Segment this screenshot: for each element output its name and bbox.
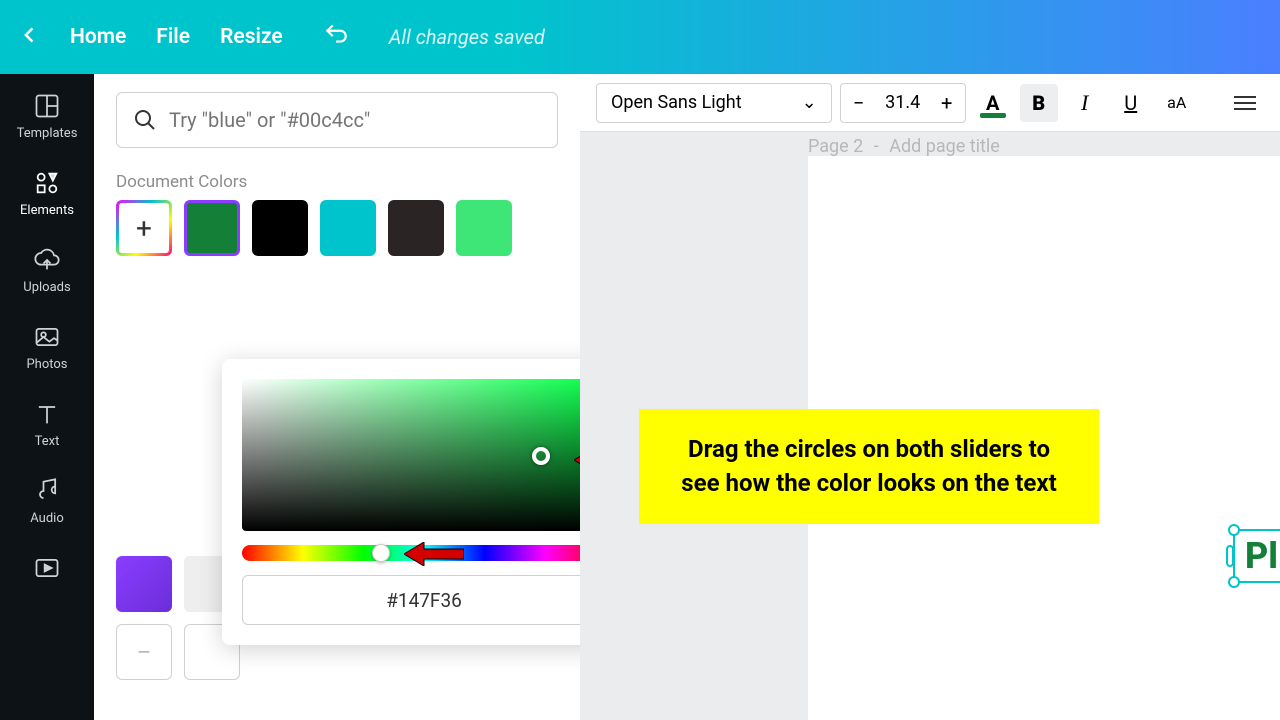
selected-text-element[interactable]: Pl bbox=[1233, 529, 1280, 583]
tool-photos[interactable]: Photos bbox=[26, 323, 67, 372]
chevron-down-icon: ⌄ bbox=[802, 92, 817, 113]
tool-audio[interactable]: Audio bbox=[30, 477, 63, 526]
uppercase-button[interactable]: aA bbox=[1158, 84, 1196, 122]
page-label: Page 2 bbox=[808, 136, 863, 157]
size-decrease[interactable]: − bbox=[841, 84, 877, 122]
hue-handle[interactable] bbox=[372, 544, 390, 562]
tool-label: Templates bbox=[17, 126, 78, 141]
annotation-callout: Drag the circles on both sliders to see … bbox=[639, 409, 1099, 524]
document-colors-row: + bbox=[116, 200, 558, 256]
photo-thumb[interactable] bbox=[116, 556, 172, 612]
more-options-icon[interactable] bbox=[1226, 88, 1264, 118]
italic-button[interactable]: I bbox=[1066, 84, 1104, 122]
tool-label: Text bbox=[35, 434, 60, 449]
menu-home[interactable]: Home bbox=[70, 25, 126, 49]
text-color-button[interactable]: A bbox=[974, 84, 1012, 122]
sv-handle[interactable] bbox=[532, 447, 550, 465]
page-title-placeholder[interactable]: Add page title bbox=[889, 136, 1000, 157]
tool-video[interactable] bbox=[33, 554, 61, 582]
tool-label: Audio bbox=[30, 511, 63, 526]
color-swatch[interactable] bbox=[320, 200, 376, 256]
left-toolbar: Templates Elements Uploads Photos Text A… bbox=[0, 74, 94, 720]
resize-handle[interactable] bbox=[1226, 545, 1234, 567]
tool-text[interactable]: Text bbox=[33, 400, 61, 449]
canvas-area: Open Sans Light ⌄ − + A B I U aA Page 2 … bbox=[580, 74, 1280, 720]
color-swatch[interactable] bbox=[252, 200, 308, 256]
thumb[interactable]: ━━━ bbox=[116, 624, 172, 680]
saturation-value-area[interactable] bbox=[242, 379, 580, 531]
resize-handle[interactable] bbox=[1228, 524, 1240, 536]
color-swatch[interactable] bbox=[184, 200, 240, 256]
add-color-swatch[interactable]: + bbox=[116, 200, 172, 256]
menu-resize[interactable]: Resize bbox=[220, 25, 283, 49]
tool-label: Uploads bbox=[23, 280, 70, 295]
top-menu-bar: Home File Resize All changes saved bbox=[0, 0, 1280, 74]
tool-label: Photos bbox=[26, 357, 67, 372]
resize-handle[interactable] bbox=[1228, 576, 1240, 588]
bold-button[interactable]: B bbox=[1020, 84, 1058, 122]
color-picker-popover bbox=[222, 359, 580, 645]
hex-input[interactable] bbox=[242, 575, 580, 625]
color-swatch[interactable] bbox=[456, 200, 512, 256]
section-label-document-colors: Document Colors bbox=[116, 172, 558, 192]
font-name: Open Sans Light bbox=[611, 92, 742, 113]
search-input[interactable] bbox=[169, 108, 541, 132]
annotation-arrow bbox=[404, 542, 464, 566]
font-size-stepper: − + bbox=[840, 83, 966, 123]
tool-label: Elements bbox=[20, 203, 74, 218]
size-input[interactable] bbox=[877, 92, 929, 113]
menu-file[interactable]: File bbox=[156, 25, 190, 49]
color-search[interactable] bbox=[116, 92, 558, 148]
color-swatch[interactable] bbox=[388, 200, 444, 256]
color-panel: Document Colors + › ━━━ bbox=[94, 74, 580, 720]
page-info: Page 2 - Add page title bbox=[808, 136, 1000, 157]
text-color-indicator bbox=[980, 113, 1006, 118]
text-toolbar: Open Sans Light ⌄ − + A B I U aA bbox=[580, 74, 1280, 132]
annotation-arrow bbox=[574, 448, 580, 472]
text-content: Pl bbox=[1245, 535, 1278, 577]
back-icon[interactable] bbox=[20, 23, 40, 51]
tool-elements[interactable]: Elements bbox=[20, 169, 74, 218]
save-status: All changes saved bbox=[389, 25, 545, 49]
underline-button[interactable]: U bbox=[1112, 84, 1150, 122]
tool-uploads[interactable]: Uploads bbox=[23, 246, 70, 295]
undo-icon[interactable] bbox=[323, 21, 349, 53]
tool-templates[interactable]: Templates bbox=[17, 92, 78, 141]
search-icon bbox=[133, 108, 157, 132]
size-increase[interactable]: + bbox=[929, 84, 965, 122]
font-select[interactable]: Open Sans Light ⌄ bbox=[596, 83, 832, 123]
